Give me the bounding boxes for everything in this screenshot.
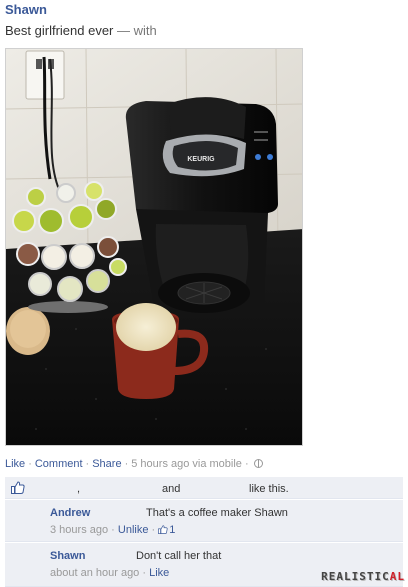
- post-timestamp[interactable]: 5 hours ago via mobile: [131, 458, 242, 470]
- thumbs-up-icon: [158, 525, 168, 534]
- tagged-with-text: — with: [117, 23, 157, 38]
- likes-summary: , and like this.: [5, 477, 403, 499]
- comment-like-count[interactable]: 1: [158, 524, 175, 536]
- thumbs-up-icon: [11, 481, 25, 494]
- comment-text: Don't call her that: [136, 550, 222, 562]
- comment-author[interactable]: Andrew: [50, 507, 90, 519]
- brand-logo: KEURIG: [187, 156, 215, 163]
- comment-meta: 3 hours ago · Unlike · 1: [50, 524, 175, 536]
- separator: ·: [142, 567, 147, 579]
- separator: ·: [124, 458, 129, 470]
- comment-meta: about an hour ago · Like: [50, 567, 169, 579]
- share-link[interactable]: Share: [92, 458, 121, 470]
- comment-text: That's a coffee maker Shawn: [146, 507, 288, 519]
- separator: ·: [244, 458, 249, 470]
- comment-time[interactable]: about an hour ago: [50, 567, 139, 579]
- likes-and: and: [162, 483, 181, 495]
- comment-time[interactable]: 3 hours ago: [50, 524, 108, 536]
- globe-icon[interactable]: [253, 459, 263, 468]
- post-photo[interactable]: KEURIG: [5, 48, 303, 446]
- unlike-link[interactable]: Unlike: [118, 524, 149, 536]
- post-status: Best girlfriend ever — with: [5, 23, 157, 38]
- post-actions: Like · Comment · Share · 5 hours ago via mobil…: [5, 458, 263, 470]
- comment-item: Andrew That's a coffee maker Shawn 3 hou…: [5, 500, 403, 542]
- separator: ·: [151, 524, 156, 536]
- watermark-logo: REALISTICAL: [321, 570, 405, 583]
- likes-comma: ,: [77, 483, 81, 495]
- separator: ·: [28, 458, 32, 470]
- like-link[interactable]: Like: [149, 567, 169, 579]
- separator: ·: [85, 458, 90, 470]
- like-link[interactable]: Like: [5, 458, 25, 470]
- status-text: Best girlfriend ever: [5, 23, 114, 38]
- comment-link[interactable]: Comment: [35, 458, 83, 470]
- separator: ·: [111, 524, 115, 536]
- likes-suffix: like this.: [249, 483, 289, 495]
- like-count-number: 1: [169, 524, 176, 536]
- post-author-name[interactable]: Shawn: [5, 2, 47, 17]
- coffee-maker-photo: KEURIG: [6, 49, 302, 445]
- comment-author[interactable]: Shawn: [50, 550, 85, 562]
